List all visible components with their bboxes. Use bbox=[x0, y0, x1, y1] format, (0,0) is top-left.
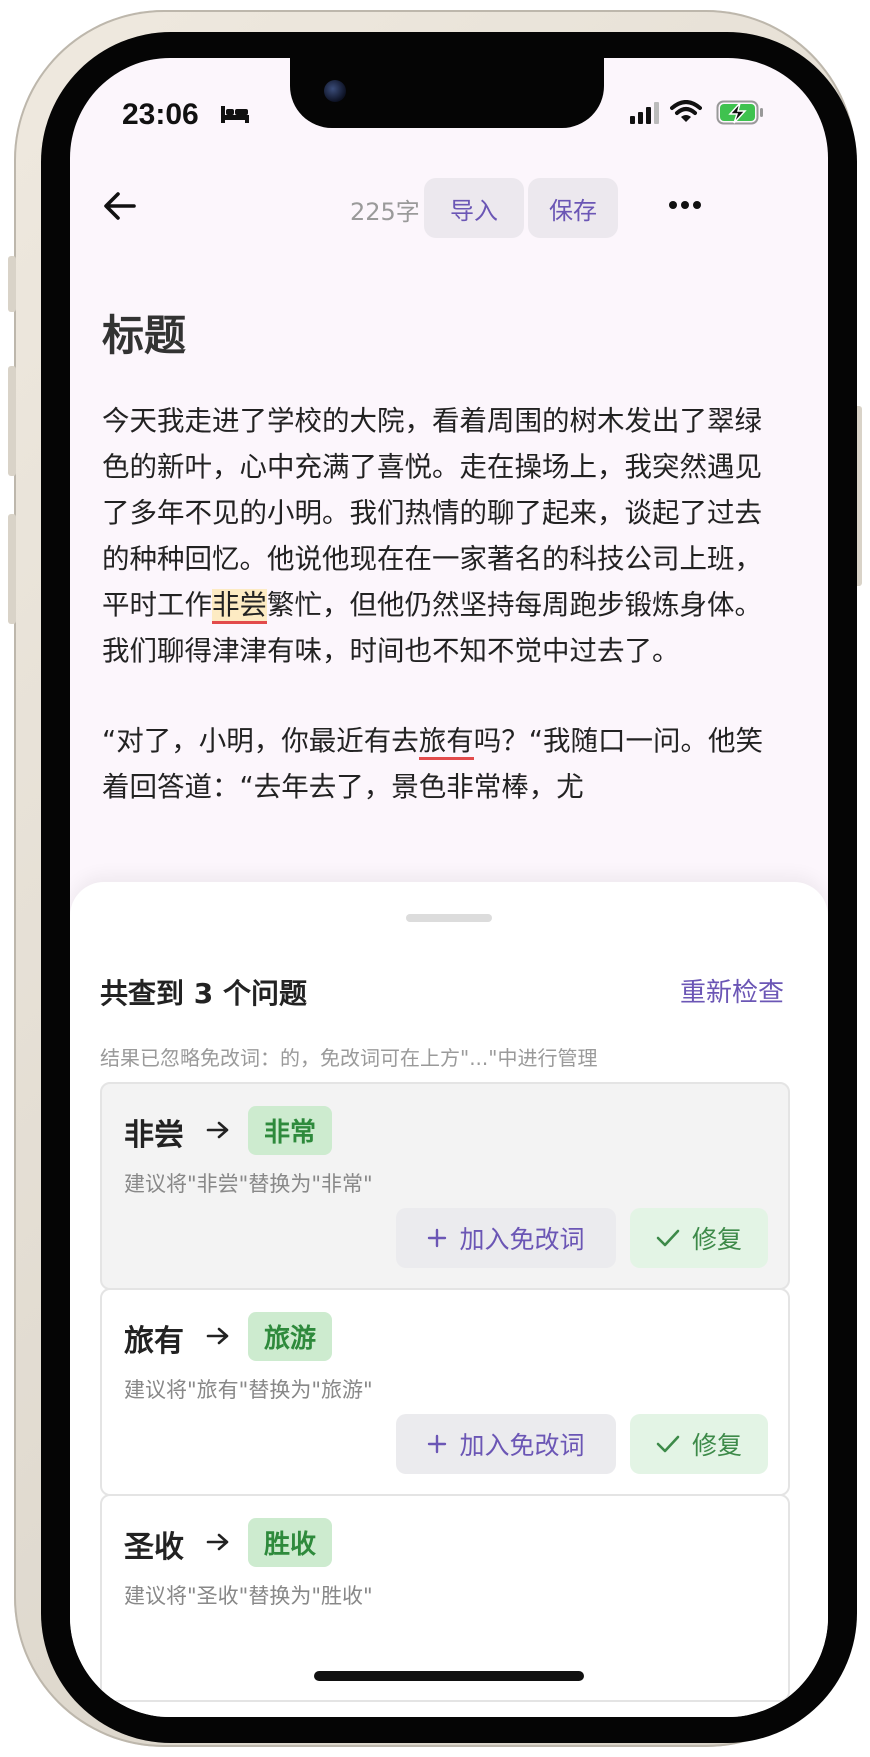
signal-icon bbox=[630, 102, 659, 124]
issue-card[interactable]: 非尝 非常 建议将"非尝"替换为"非常" 加入免改词 修复 bbox=[100, 1082, 790, 1290]
sheet-handle[interactable] bbox=[406, 914, 492, 922]
side-button-silent bbox=[8, 256, 16, 312]
add-exempt-label: 加入免改词 bbox=[459, 1225, 585, 1254]
add-exempt-label: 加入免改词 bbox=[459, 1431, 585, 1460]
fix-button[interactable]: 修复 bbox=[630, 1414, 768, 1474]
side-button-volume-up bbox=[8, 366, 16, 476]
paragraph-2: “对了，小明，你最近有去旅有吗？“我随口一问。他笑着回答道：“去年去了，景色非常… bbox=[102, 718, 782, 810]
bed-icon bbox=[221, 106, 249, 123]
right-arrow-icon bbox=[206, 1121, 229, 1139]
document-body[interactable]: 今天我走进了学校的大院，看着周围的树木发出了翠绿色的新叶，心中充满了喜悦。走在操… bbox=[102, 398, 782, 854]
word-count: 225字 bbox=[350, 198, 420, 226]
more-icon[interactable] bbox=[668, 192, 702, 218]
wrong-word: 非尝 bbox=[124, 1118, 184, 1153]
add-exempt-word-button[interactable]: 加入免改词 bbox=[396, 1208, 616, 1268]
back-arrow-icon[interactable] bbox=[100, 186, 140, 226]
right-arrow-icon bbox=[206, 1533, 229, 1551]
suggestion-text: 建议将"旅有"替换为"旅游" bbox=[124, 1378, 373, 1402]
screen: 23:06 225字 导入 保存 标题 今天我走进了学校的大院，看着周围的树木发… bbox=[70, 58, 828, 1717]
correct-word-badge: 胜收 bbox=[248, 1518, 333, 1567]
paragraph-text: “对了，小明，你最近有去 bbox=[102, 725, 419, 757]
import-button[interactable]: 导入 bbox=[424, 178, 524, 238]
issue-card[interactable]: 旅有 旅游 建议将"旅有"替换为"旅游" 加入免改词 修复 bbox=[100, 1288, 790, 1496]
suggestion-text: 建议将"圣收"替换为"胜收" bbox=[124, 1584, 373, 1608]
phone-frame: 23:06 225字 导入 保存 标题 今天我走进了学校的大院，看着周围的树木发… bbox=[8, 10, 862, 1747]
wrong-word: 旅有 bbox=[124, 1324, 184, 1359]
correct-word-badge: 非常 bbox=[248, 1106, 333, 1155]
document-title[interactable]: 标题 bbox=[102, 302, 186, 363]
error-underline[interactable]: 旅有 bbox=[418, 725, 474, 760]
status-time: 23:06 bbox=[122, 98, 199, 131]
right-arrow-icon bbox=[206, 1327, 229, 1345]
error-highlight[interactable]: 非尝 bbox=[212, 589, 267, 624]
check-icon bbox=[656, 1434, 680, 1454]
suggestion-text: 建议将"非尝"替换为"非常" bbox=[124, 1172, 373, 1196]
notch bbox=[290, 58, 604, 128]
fix-label: 修复 bbox=[691, 1225, 742, 1254]
plus-icon bbox=[427, 1434, 447, 1454]
ignore-note: 结果已忽略免改词：的，免改词可在上方"..."中进行管理 bbox=[100, 1046, 598, 1070]
camera-icon bbox=[324, 80, 346, 102]
correct-word-badge: 旅游 bbox=[248, 1312, 333, 1361]
battery-charging-icon bbox=[716, 100, 763, 125]
side-button-volume-down bbox=[8, 514, 16, 624]
check-results-sheet: 共查到 3 个问题 重新检查 结果已忽略免改词：的，免改词可在上方"..."中进… bbox=[70, 882, 828, 1717]
fix-label: 修复 bbox=[691, 1431, 742, 1460]
paragraph-1: 今天我走进了学校的大院，看着周围的树木发出了翠绿色的新叶，心中充满了喜悦。走在操… bbox=[102, 398, 782, 674]
wrong-word: 圣收 bbox=[124, 1530, 184, 1565]
fix-button[interactable]: 修复 bbox=[630, 1208, 768, 1268]
wifi-icon bbox=[670, 100, 702, 122]
results-title: 共查到 3 个问题 bbox=[100, 977, 307, 1010]
plus-icon bbox=[427, 1228, 447, 1248]
save-button[interactable]: 保存 bbox=[528, 178, 618, 238]
add-exempt-word-button[interactable]: 加入免改词 bbox=[396, 1414, 616, 1474]
recheck-button[interactable]: 重新检查 bbox=[680, 972, 784, 1009]
check-icon bbox=[656, 1228, 680, 1248]
home-indicator[interactable] bbox=[314, 1671, 584, 1681]
